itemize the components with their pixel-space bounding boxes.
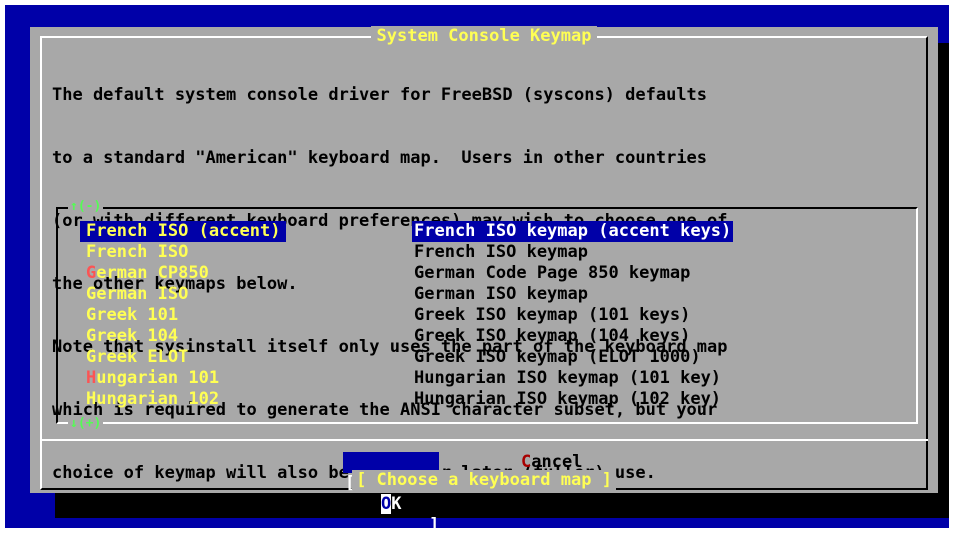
keymap-list-item[interactable]: French ISO French ISO keymap xyxy=(58,242,916,263)
keymap-list-item[interactable]: Greek 104 Greek ISO keymap (104 keys) xyxy=(58,326,916,347)
keymap-name: Greek 104 xyxy=(80,326,184,347)
keymap-name: Hungarian 102 xyxy=(80,389,225,410)
ok-label-rest: K xyxy=(391,494,402,514)
keymap-list-item[interactable]: Greek 101 Greek ISO keymap (101 keys) xyxy=(58,305,916,326)
keymap-description: Greek ISO keymap (104 keys) xyxy=(414,326,691,346)
keymap-name: French ISO (accent) xyxy=(80,221,287,242)
description-line: to a standard "American" keyboard map. U… xyxy=(52,148,708,168)
keymap-name: Greek 101 xyxy=(80,305,184,326)
scroll-down-indicator[interactable]: ↓(+) xyxy=(68,417,104,431)
button-separator xyxy=(40,439,928,441)
dialog-footer: [ Choose a keyboard map ] xyxy=(30,470,938,491)
keymap-name: German CP850 xyxy=(80,263,215,284)
keymap-name-text: Greek 104 xyxy=(86,326,179,346)
keymap-name: Hungarian 101 xyxy=(80,368,225,389)
keymap-name-text: ungarian 101 xyxy=(96,368,220,388)
keymap-list-item[interactable]: German CP850 German Code Page 850 keymap xyxy=(58,263,916,284)
keymap-description: Hungarian ISO keymap (102 key) xyxy=(414,389,722,409)
keymap-description: Greek ISO keymap (ELOT 1000) xyxy=(414,347,701,367)
keymap-list-item[interactable]: Hungarian 102 Hungarian ISO keymap (102 k… xyxy=(58,389,916,410)
keymap-description: German ISO keymap xyxy=(414,284,588,304)
keymap-name-text: French ISO (accent) xyxy=(86,221,281,241)
keymap-name-text: erman CP850 xyxy=(96,263,209,283)
keymap-hotkey: G xyxy=(86,263,97,283)
keymap-name-text: French ISO xyxy=(86,242,189,262)
ok-hotkey: O xyxy=(381,494,392,514)
cancel-hotkey: C xyxy=(521,452,532,472)
footer-text: [ Choose a keyboard map ] xyxy=(352,470,616,490)
keymap-list-item[interactable]: German ISO German ISO keymap xyxy=(58,284,916,305)
keymap-description: Hungarian ISO keymap (101 key) xyxy=(414,368,722,388)
keymap-description: German Code Page 850 keymap xyxy=(414,263,691,283)
keymap-name: Greek ELOT xyxy=(80,347,194,368)
keymap-hotkey: H xyxy=(86,368,97,388)
keymap-description: Greek ISO keymap (101 keys) xyxy=(414,305,691,325)
keymap-list-item[interactable]: Greek ELOT Greek ISO keymap (ELOT 1000) xyxy=(58,347,916,368)
keymap-dialog: System Console Keymap The default system… xyxy=(30,26,938,535)
cancel-label-rest: ancel xyxy=(531,452,583,472)
keymap-list[interactable]: ↑(-) French ISO (accent) French ISO keyma… xyxy=(56,200,918,431)
keymap-description: French ISO keymap xyxy=(414,242,588,262)
keymap-name-text: Greek 101 xyxy=(86,305,179,325)
keymap-list-item[interactable]: Hungarian 101 Hungarian ISO keymap (101 k… xyxy=(58,368,916,389)
keymap-name-text: Hungarian 102 xyxy=(86,389,220,409)
keymap-description: French ISO keymap (accent keys) xyxy=(412,221,734,242)
ok-label: OK xyxy=(381,494,402,515)
description-line: The default system console driver for Fr… xyxy=(52,85,708,105)
keymap-name: German ISO xyxy=(80,284,194,305)
keymap-name-text: Greek ELOT xyxy=(86,347,189,367)
keymap-name: French ISO xyxy=(80,242,194,263)
keymap-list-item[interactable]: French ISO (accent) French ISO keymap (ac… xyxy=(58,221,916,242)
scroll-up-indicator[interactable]: ↑(-) xyxy=(68,200,104,214)
keymap-name-text: German ISO xyxy=(86,284,189,304)
